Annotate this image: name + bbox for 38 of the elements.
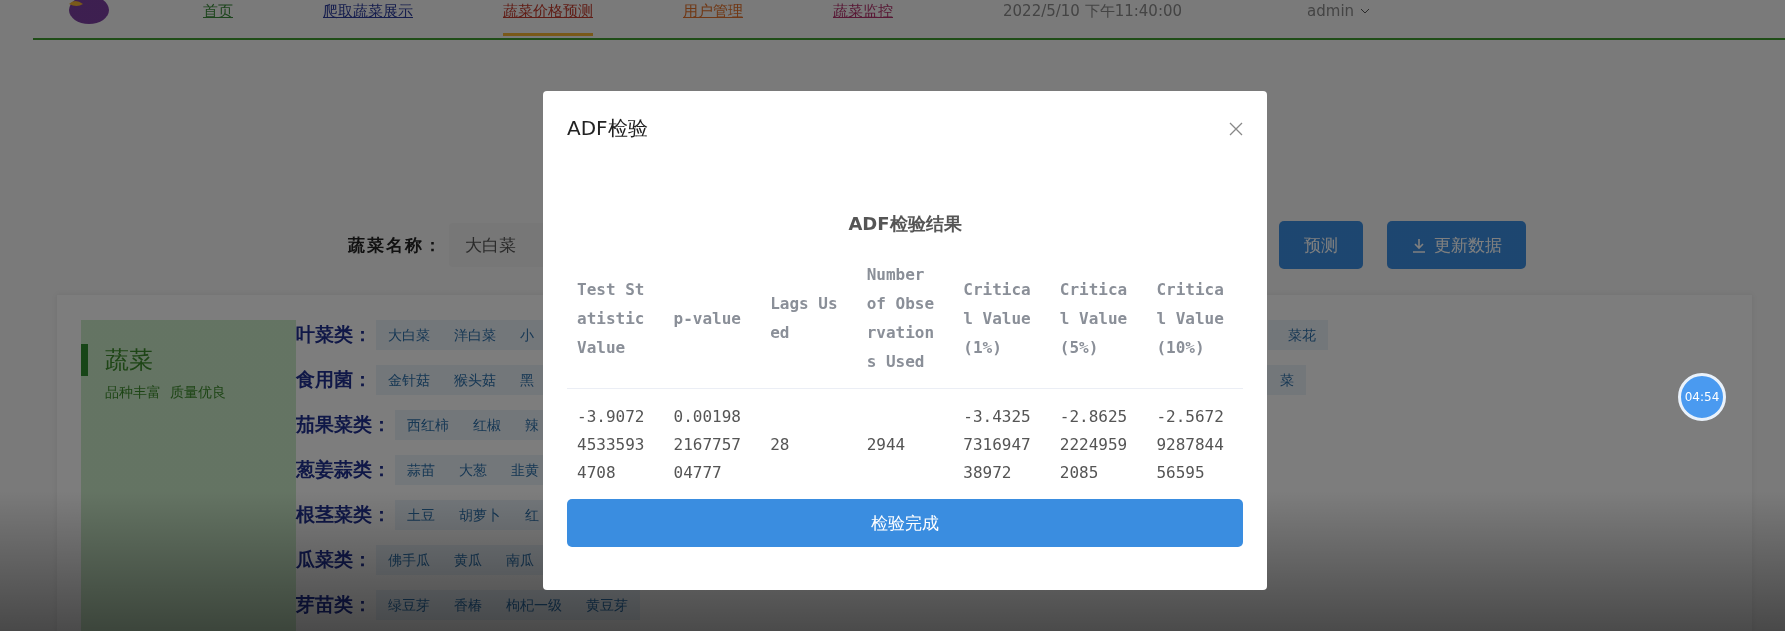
predict-button[interactable]: 预测 [1279,221,1363,269]
column-header: p-value [663,260,761,389]
column-header: Test Statistic Value [567,260,664,389]
close-icon[interactable] [1229,121,1243,136]
table-cell: 0.00198216775704777 [663,388,761,489]
table-cell: -2.862522249592085 [1049,388,1147,489]
done-button[interactable]: 检验完成 [567,499,1243,547]
column-header: Critical Value (10%) [1146,260,1243,389]
category-label: 茄果菜类： [296,412,391,437]
category-label: 葱姜蒜类： [296,457,391,482]
panel-subtitle: 品种丰富 质量优良 [104,384,227,402]
table-cell: -2.5672928784456595 [1146,388,1243,489]
category-label: 叶菜类： [296,322,372,347]
result-heading: ADF检验结果 [847,212,963,236]
field-label: 蔬菜名称： [348,233,443,257]
table-cell: 2944 [856,388,954,489]
column-header: Critical Value (1%) [953,260,1050,389]
nav-link[interactable]: 用户管理 [683,0,743,33]
category-label: 根茎菜类： [296,502,391,527]
table-cell: -3.4325731694738972 [953,388,1050,489]
column-header: Lags Used [760,260,857,389]
vegetable-tag[interactable]: 菜花 [1268,320,1328,350]
column-header: Critical Value (5%) [1049,260,1147,389]
table-cell: -3.907245335934708 [567,388,664,489]
table-cell: 28 [760,388,857,489]
nav-link[interactable]: 蔬菜监控 [833,0,893,33]
dialog-title: ADF检验 [567,115,648,142]
download-icon [1411,237,1426,253]
column-header: Number of Observations Used [856,260,954,389]
nav-link[interactable]: 首页 [203,0,233,33]
nav-link[interactable]: 蔬菜价格预测 [503,0,593,36]
caret-icon [1360,8,1371,14]
update-data-button[interactable]: 更新数据 [1387,221,1526,269]
panel-title: 蔬菜 [81,344,296,376]
category-label: 瓜菜类： [296,547,372,572]
category-label: 食用菌： [296,367,372,392]
nav-link[interactable]: 爬取蔬菜展示 [323,0,413,33]
category-label: 芽苗类： [296,592,372,617]
